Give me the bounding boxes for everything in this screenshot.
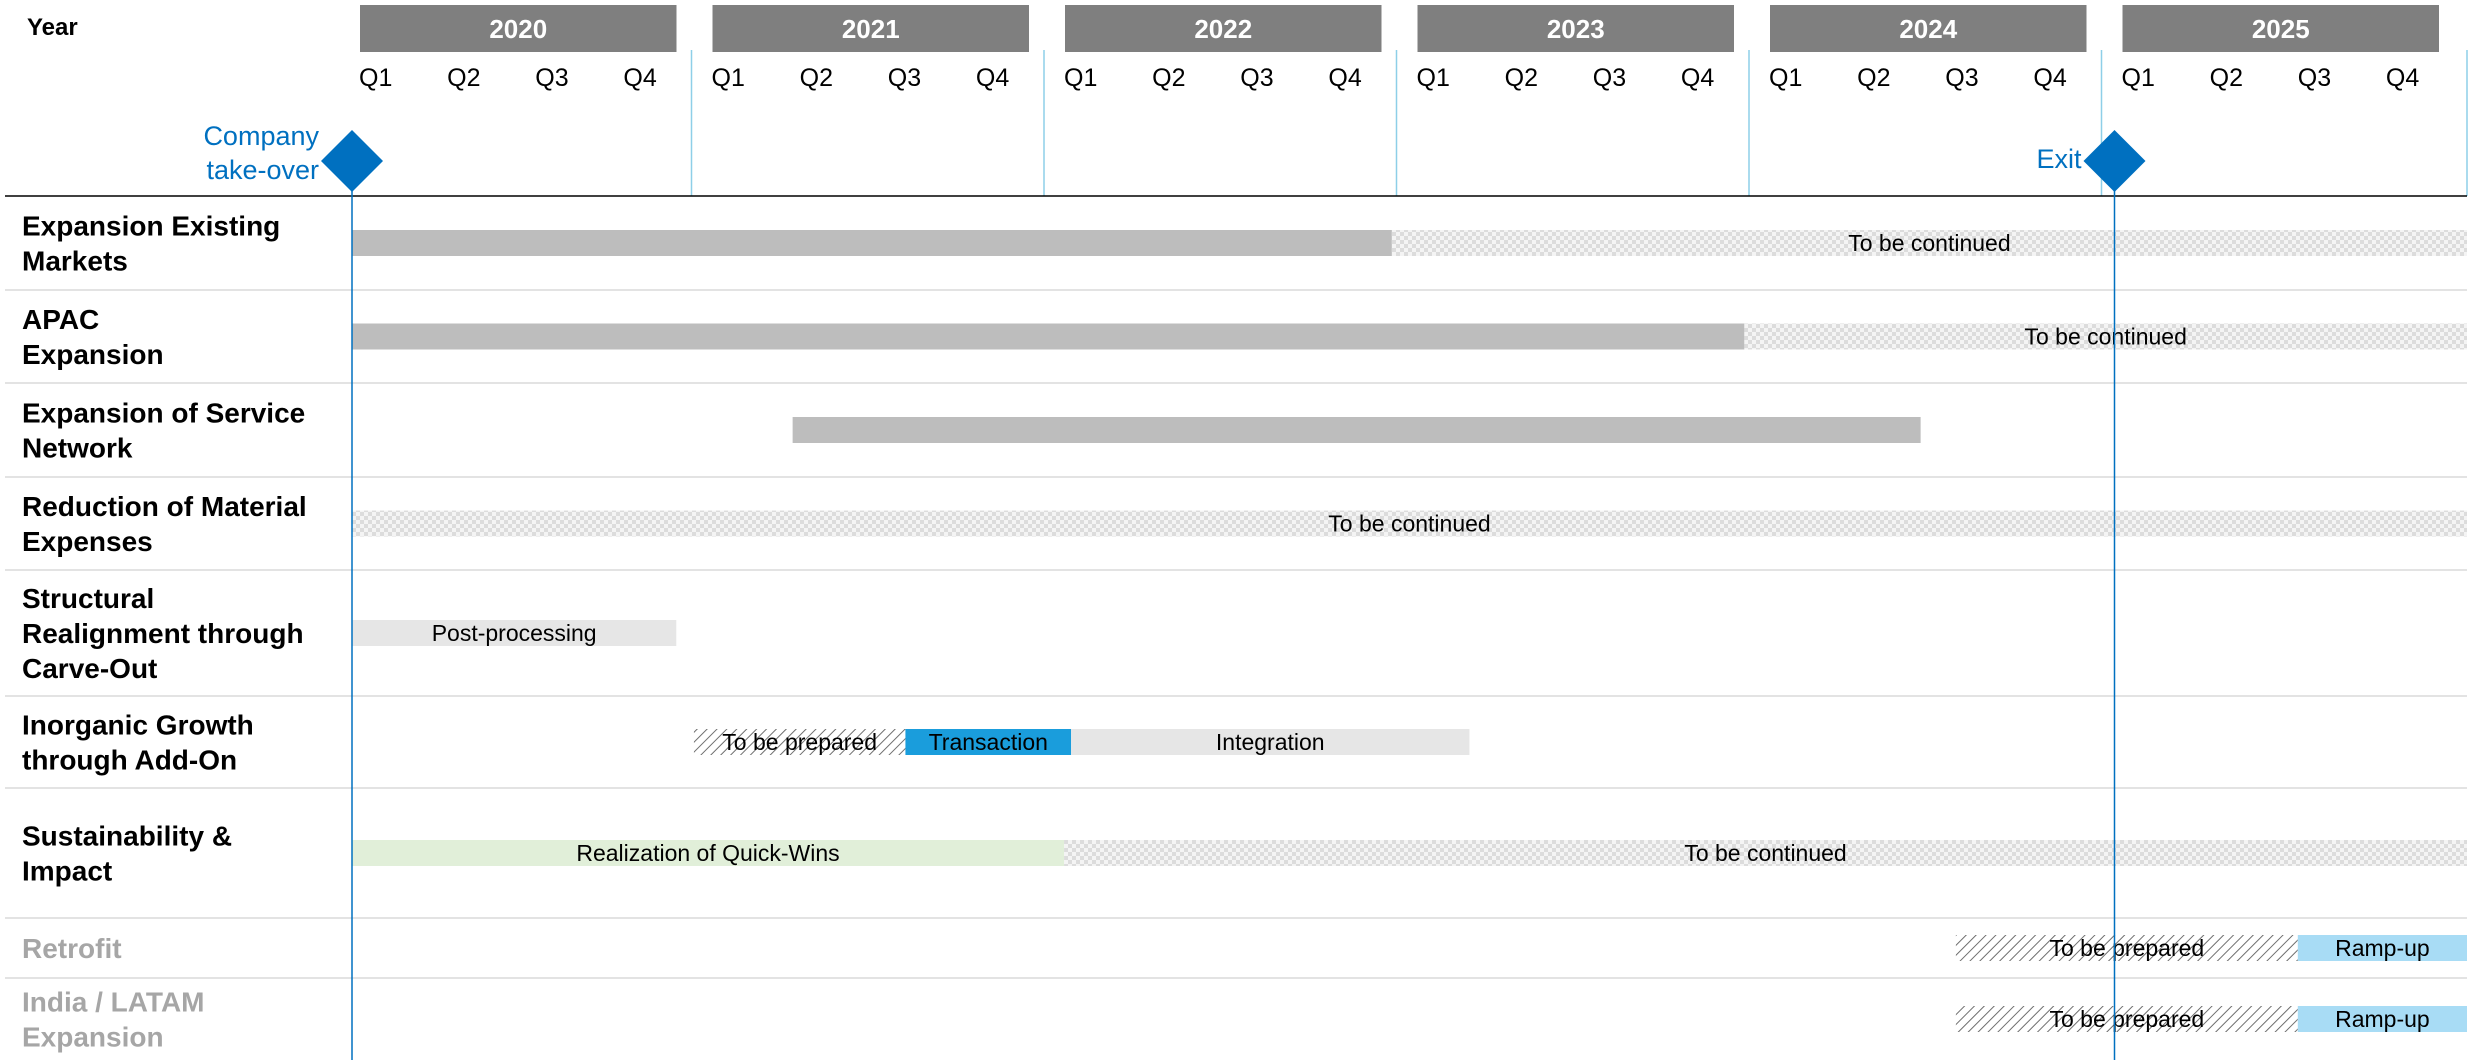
row-label-7-line-0: Retrofit — [22, 933, 122, 964]
quarter-label-2023-Q3: Q3 — [1593, 64, 1626, 92]
row-label-6-line-0: Sustainability & — [22, 821, 232, 852]
bar-label-1-1: To be continued — [2024, 324, 2186, 350]
quarter-label-2022-Q3: Q3 — [1240, 64, 1273, 92]
row-label-4-line-2: Carve-Out — [22, 653, 157, 684]
quarter-label-2021-Q1: Q1 — [712, 64, 745, 92]
bar-label-8-0: To be prepared — [2049, 1006, 2204, 1032]
quarter-label-2025-Q4: Q4 — [2386, 64, 2419, 92]
bar-label-5-1: Transaction — [929, 729, 1048, 755]
bar-label-7-1: Ramp-up — [2335, 935, 2430, 961]
quarter-label-2022-Q4: Q4 — [1328, 64, 1361, 92]
bar-label-3-0: To be continued — [1328, 511, 1490, 537]
row-label-5-line-1: through Add-On — [22, 745, 237, 776]
quarter-label-2024-Q1: Q1 — [1769, 64, 1802, 92]
bar-1-0 — [352, 323, 1745, 350]
quarter-label-2024-Q4: Q4 — [2033, 64, 2066, 92]
year-label-2021: 2021 — [842, 14, 900, 44]
bar-label-7-0: To be prepared — [2049, 935, 2204, 961]
row-label-4-line-0: Structural — [22, 583, 154, 614]
bar-2-0 — [792, 417, 1921, 443]
quarter-label-2023-Q4: Q4 — [1681, 64, 1714, 92]
bar-label-8-1: Ramp-up — [2335, 1006, 2430, 1032]
quarter-label-2020-Q4: Q4 — [623, 64, 656, 92]
row-label-3-line-1: Expenses — [22, 526, 153, 557]
milestone-label-0-line-1: take-over — [206, 155, 319, 185]
row-label-1-line-1: Expansion — [22, 339, 164, 370]
row-label-8-line-1: Expansion — [22, 1022, 164, 1053]
milestone-label-0-line-0: Company — [203, 121, 319, 151]
bar-label-5-0: To be prepared — [722, 729, 877, 755]
quarter-label-2025-Q2: Q2 — [2210, 64, 2243, 92]
row-label-8-line-0: India / LATAM — [22, 987, 205, 1018]
quarter-label-2024-Q3: Q3 — [1945, 64, 1978, 92]
row-label-1-line-0: APAC — [22, 304, 99, 335]
quarter-label-2023-Q2: Q2 — [1505, 64, 1538, 92]
year-label-2022: 2022 — [1194, 14, 1252, 44]
year-label-2024: 2024 — [1899, 14, 1957, 44]
gantt-chart: Year 2020 2021 2022 2023 2024 2025 Q1 Q2 Q3 Q4 Q1… — [5, 5, 2468, 1060]
quarter-label-2024-Q2: Q2 — [1857, 64, 1890, 92]
quarter-label-2023-Q1: Q1 — [1417, 64, 1450, 92]
quarter-label-2021-Q3: Q3 — [888, 64, 921, 92]
bar-label-6-1: To be continued — [1684, 840, 1846, 866]
row-label-4-line-1: Realignment through — [22, 618, 304, 649]
quarter-label-2025-Q3: Q3 — [2298, 64, 2331, 92]
bar-0-0 — [352, 230, 1392, 256]
quarter-label-2025-Q1: Q1 — [2122, 64, 2155, 92]
bar-label-0-1: To be continued — [1848, 230, 2010, 256]
row-label-0-line-0: Expansion Existing — [22, 211, 280, 242]
row-label-3-line-0: Reduction of Material — [22, 491, 307, 522]
year-column-label: Year — [27, 14, 78, 41]
row-label-0-line-1: Markets — [22, 246, 128, 277]
row-label-2-line-0: Expansion of Service — [22, 398, 305, 429]
quarter-label-2020-Q3: Q3 — [535, 64, 568, 92]
row-label-6-line-1: Impact — [22, 856, 112, 887]
year-label-2025: 2025 — [2252, 14, 2310, 44]
quarter-label-2020-Q1: Q1 — [359, 64, 392, 92]
bar-label-4-0: Post-processing — [432, 620, 597, 646]
quarter-label-2022-Q1: Q1 — [1064, 64, 1097, 92]
bar-label-6-0: Realization of Quick-Wins — [576, 840, 839, 866]
quarter-label-2021-Q4: Q4 — [976, 64, 1009, 92]
milestone-label-1-line-0: Exit — [2036, 144, 2082, 174]
quarter-label-2021-Q2: Q2 — [800, 64, 833, 92]
quarter-label-2022-Q2: Q2 — [1152, 64, 1185, 92]
row-label-2-line-1: Network — [22, 433, 133, 464]
bar-label-5-2: Integration — [1216, 729, 1325, 755]
quarter-label-2020-Q2: Q2 — [447, 64, 480, 92]
year-label-2020: 2020 — [489, 14, 547, 44]
year-label-2023: 2023 — [1547, 14, 1605, 44]
row-label-5-line-0: Inorganic Growth — [22, 710, 254, 741]
